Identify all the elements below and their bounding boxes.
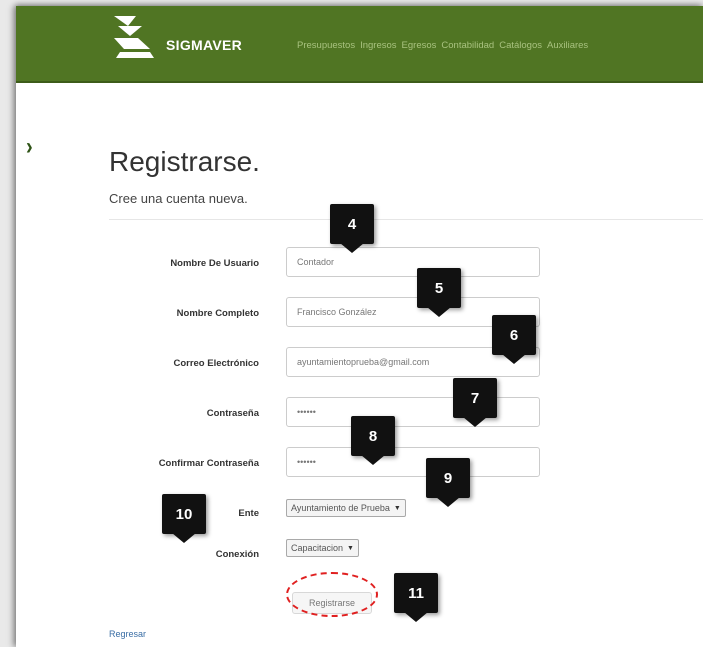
password-field[interactable] xyxy=(286,397,540,427)
callout-badge: 4 xyxy=(330,204,374,253)
ente-select[interactable]: Ayuntamiento de Prueba ▼ xyxy=(286,499,406,517)
dropdown-caret-icon: ▼ xyxy=(393,504,401,512)
top-navbar: SIGMAVER Presupuestos Ingresos Egresos C… xyxy=(16,6,703,83)
register-button[interactable]: Registrarse xyxy=(292,592,372,614)
callout-badge: 8 xyxy=(351,416,395,465)
sigmaver-logo-icon xyxy=(114,16,154,58)
confirm-password-label: Confirmar Contraseña xyxy=(158,458,259,469)
callout-badge: 6 xyxy=(492,315,536,364)
callout-badge: 10 xyxy=(162,494,206,543)
conexion-label: Conexión xyxy=(215,549,259,560)
brand-name[interactable]: SIGMAVER xyxy=(166,37,242,53)
back-link[interactable]: Regresar xyxy=(109,629,146,639)
app-window: SIGMAVER Presupuestos Ingresos Egresos C… xyxy=(16,6,703,647)
nav-item-ingresos[interactable]: Ingresos xyxy=(360,40,396,51)
callout-badge: 9 xyxy=(426,458,470,507)
fullname-label: Nombre Completo xyxy=(176,308,259,319)
main-menu: Presupuestos Ingresos Egresos Contabilid… xyxy=(297,40,588,51)
conexion-selected-value: Capacitacion xyxy=(291,543,344,553)
callout-badge: 11 xyxy=(394,573,438,622)
email-label: Correo Electrónico xyxy=(173,358,259,369)
dropdown-caret-icon: ▼ xyxy=(347,544,354,552)
username-field[interactable] xyxy=(286,247,540,277)
conexion-select[interactable]: Capacitacion ▼ xyxy=(286,539,359,557)
nav-item-catalogos[interactable]: Catálogos xyxy=(499,40,542,51)
callout-badge: 5 xyxy=(417,268,461,317)
nav-item-presupuestos[interactable]: Presupuestos xyxy=(297,40,355,51)
divider xyxy=(109,219,703,220)
username-label: Nombre De Usuario xyxy=(170,258,259,269)
nav-item-contabilidad[interactable]: Contabilidad xyxy=(441,40,494,51)
page-subtitle: Cree una cuenta nueva. xyxy=(109,191,248,206)
nav-item-egresos[interactable]: Egresos xyxy=(402,40,437,51)
chevron-right-icon[interactable]: › xyxy=(26,134,33,162)
confirm-password-field[interactable] xyxy=(286,447,540,477)
ente-selected-value: Ayuntamiento de Prueba xyxy=(291,503,390,513)
page-title: Registrarse. xyxy=(109,146,260,177)
nav-item-auxiliares[interactable]: Auxiliares xyxy=(547,40,588,51)
password-label: Contraseña xyxy=(206,408,259,419)
callout-badge: 7 xyxy=(453,378,497,427)
